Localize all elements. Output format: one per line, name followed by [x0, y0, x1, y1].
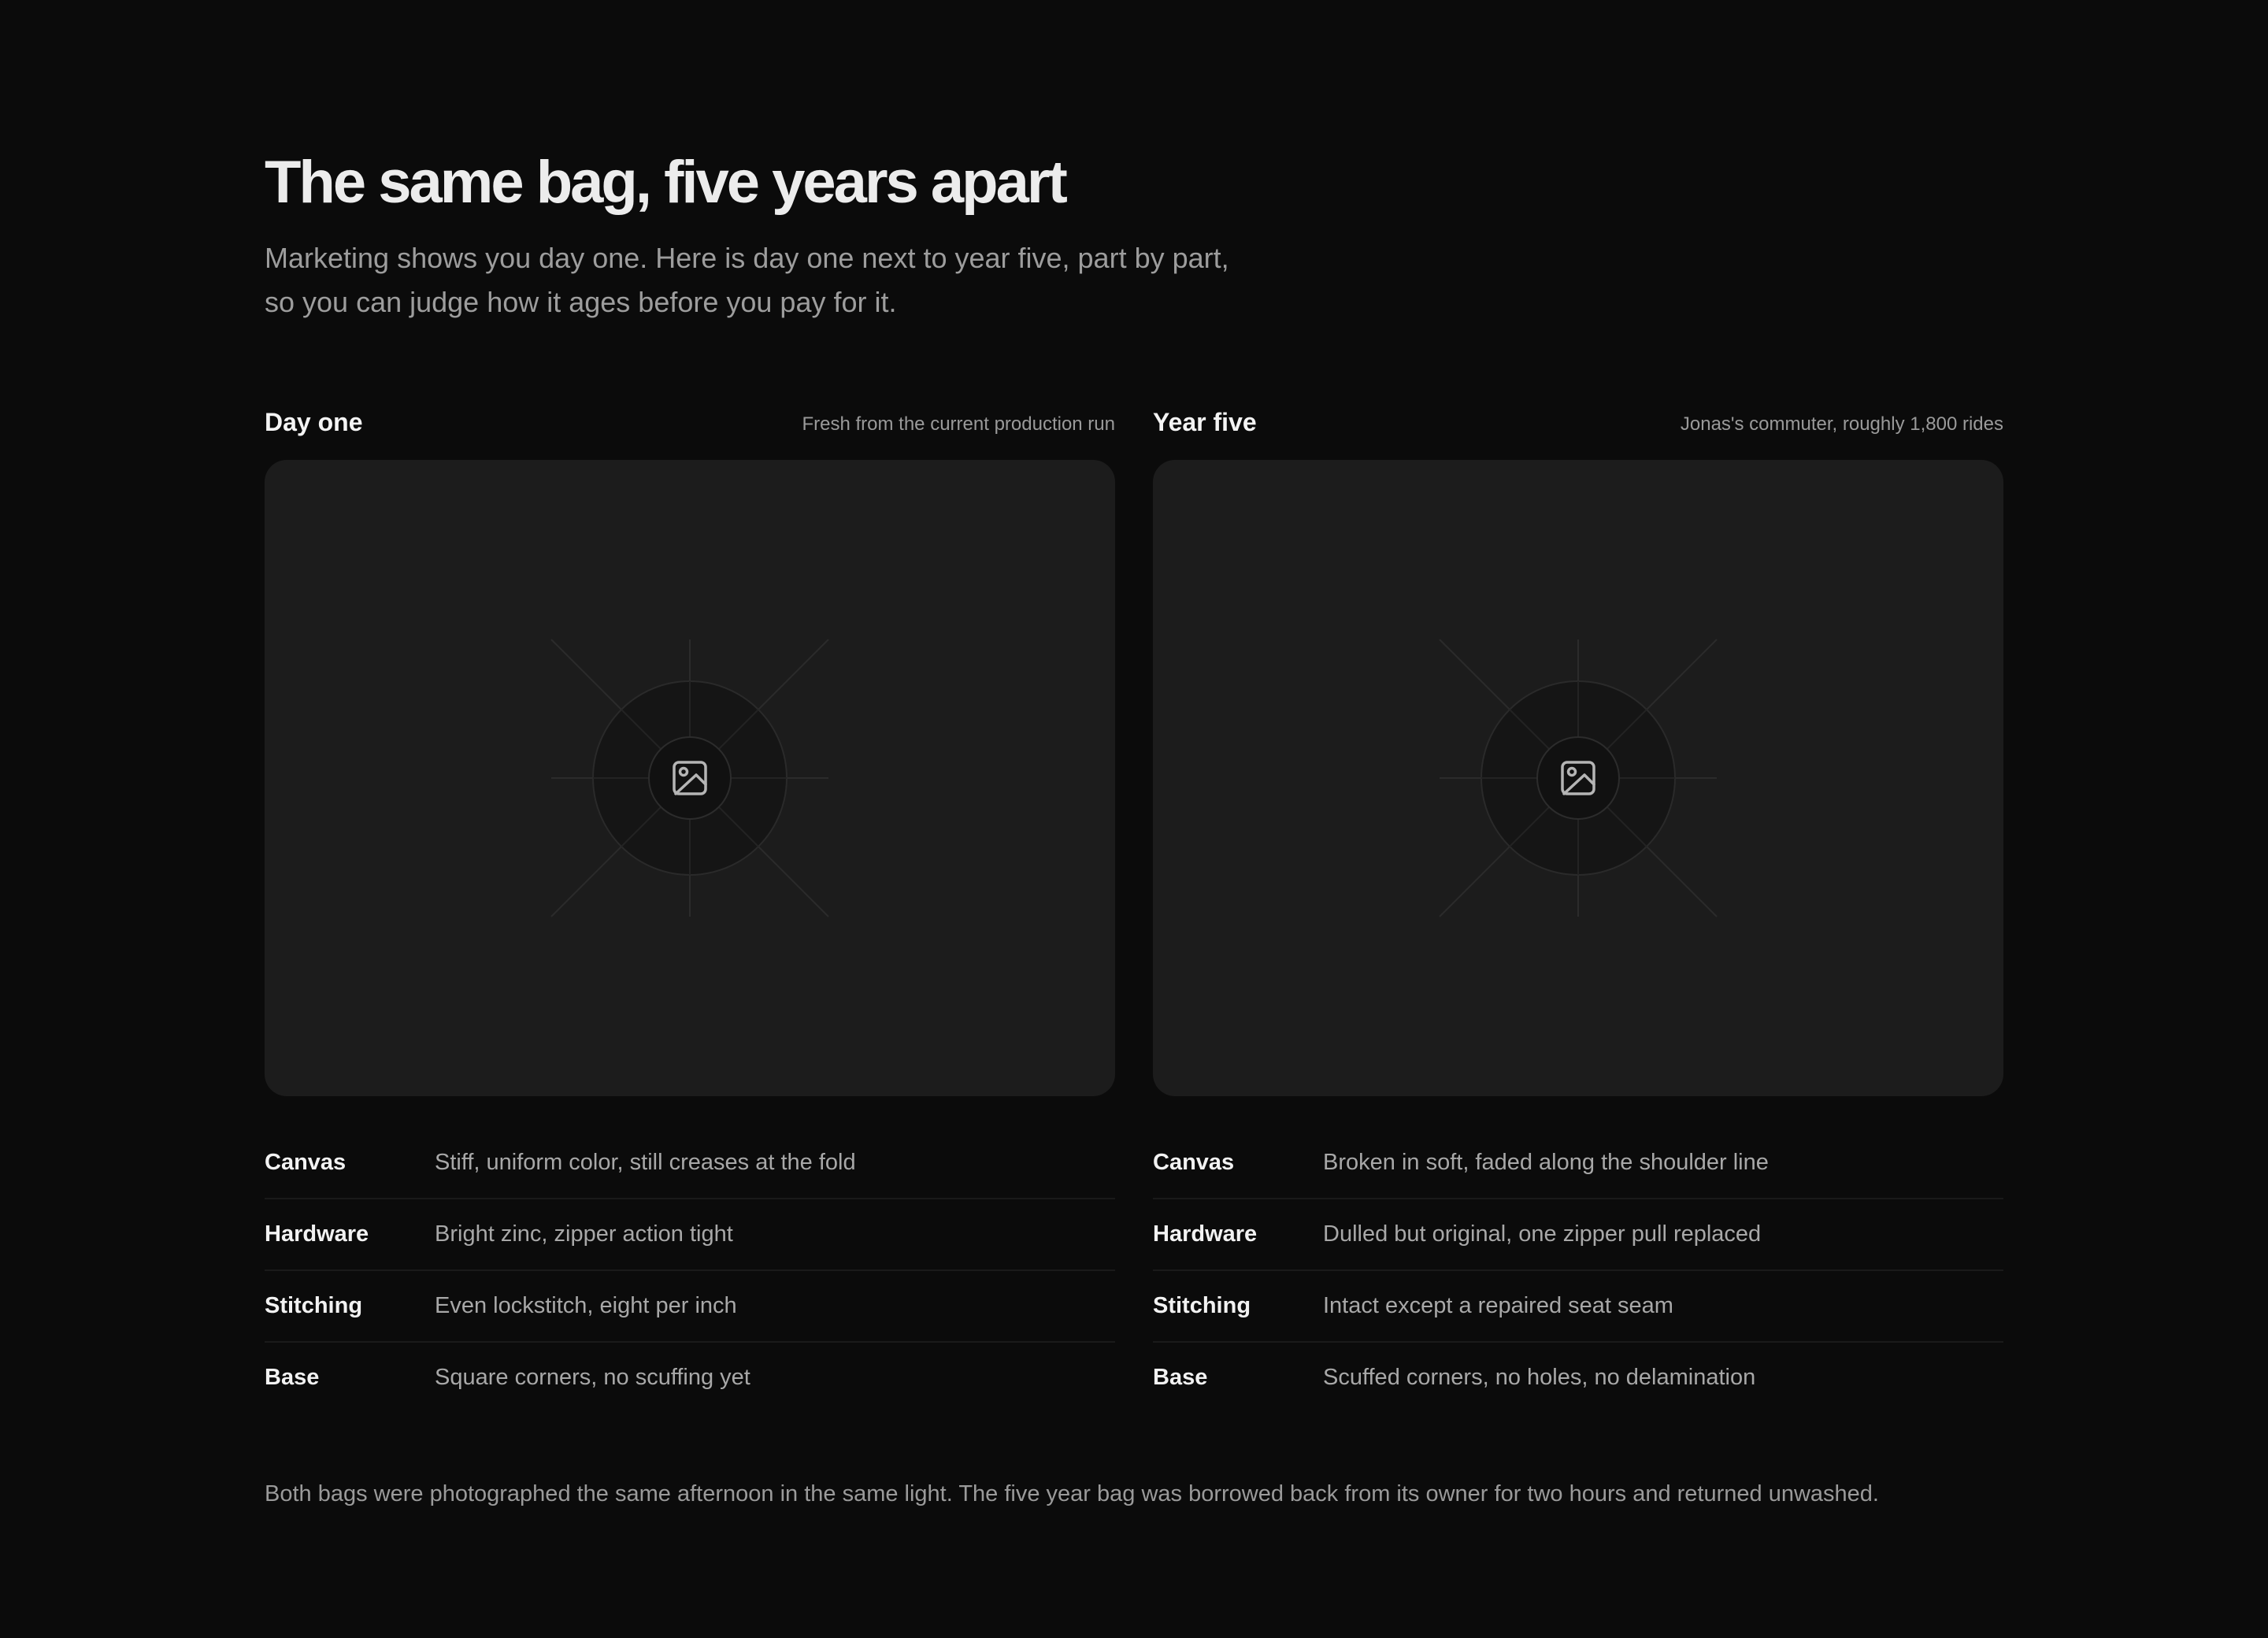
intro-line-2: so you can judge how it ages before you … [265, 286, 897, 318]
spec-list: Canvas Stiff, uniform color, still creas… [265, 1128, 1115, 1413]
spec-list: Canvas Broken in soft, faded along the s… [1153, 1128, 2003, 1413]
photo-placeholder [265, 460, 1115, 1096]
spec-value: Broken in soft, faded along the shoulder… [1323, 1150, 1769, 1175]
comparison-columns: Day one Fresh from the current productio… [265, 402, 2003, 1390]
spec-row-stitching: Stitching Even lockstitch, eight per inc… [265, 1271, 1115, 1343]
footnote: Both bags were photographed the same aft… [265, 1481, 1879, 1506]
spec-row-canvas: Canvas Broken in soft, faded along the s… [1153, 1128, 2003, 1199]
spec-value: Scuffed corners, no holes, no delaminati… [1323, 1365, 1756, 1390]
column-day-one: Day one Fresh from the current productio… [265, 402, 1115, 1390]
spec-label: Canvas [265, 1150, 346, 1175]
spec-label: Base [1153, 1365, 1208, 1390]
spec-label: Stitching [265, 1293, 363, 1318]
spec-label: Canvas [1153, 1150, 1235, 1175]
page-intro: Marketing shows you day one. Here is day… [265, 236, 1336, 324]
spec-row-hardware: Hardware Dulled but original, one zipper… [1153, 1199, 2003, 1271]
column-header: Day one Fresh from the current productio… [265, 402, 1115, 449]
intro-line-1: Marketing shows you day one. Here is day… [265, 242, 1229, 274]
spec-label: Base [265, 1365, 320, 1390]
spec-value: Intact except a repaired seat seam [1323, 1293, 1673, 1318]
column-caption: Fresh from the current production run [802, 413, 1115, 435]
column-title: Year five [1153, 408, 1257, 436]
column-header: Year five Jonas's commuter, roughly 1,80… [1153, 402, 2003, 449]
spec-value: Bright zinc, zipper action tight [435, 1221, 733, 1247]
image-placeholder-graphic [550, 639, 829, 917]
spec-label: Hardware [1153, 1221, 1258, 1247]
spec-value: Dulled but original, one zipper pull rep… [1323, 1221, 1762, 1247]
image-placeholder-graphic [1439, 639, 1718, 917]
spec-value: Even lockstitch, eight per inch [435, 1293, 737, 1318]
spec-row-hardware: Hardware Bright zinc, zipper action tigh… [265, 1199, 1115, 1271]
spec-value: Square corners, no scuffing yet [435, 1365, 750, 1390]
spec-row-base: Base Square corners, no scuffing yet [265, 1343, 1115, 1413]
spec-label: Hardware [265, 1221, 369, 1247]
column-year-five: Year five Jonas's commuter, roughly 1,80… [1153, 402, 2003, 1390]
spec-row-stitching: Stitching Intact except a repaired seat … [1153, 1271, 2003, 1343]
spec-row-base: Base Scuffed corners, no holes, no delam… [1153, 1343, 2003, 1413]
spec-row-canvas: Canvas Stiff, uniform color, still creas… [265, 1128, 1115, 1199]
column-title: Day one [265, 408, 363, 436]
comparison-section: The same bag, five years apart Marketing… [265, 146, 2003, 1506]
column-caption: Jonas's commuter, roughly 1,800 rides [1680, 413, 2003, 435]
photo-placeholder [1153, 460, 2003, 1096]
spec-value: Stiff, uniform color, still creases at t… [435, 1150, 856, 1175]
spec-label: Stitching [1153, 1293, 1251, 1318]
page-title: The same bag, five years apart [265, 149, 1068, 216]
